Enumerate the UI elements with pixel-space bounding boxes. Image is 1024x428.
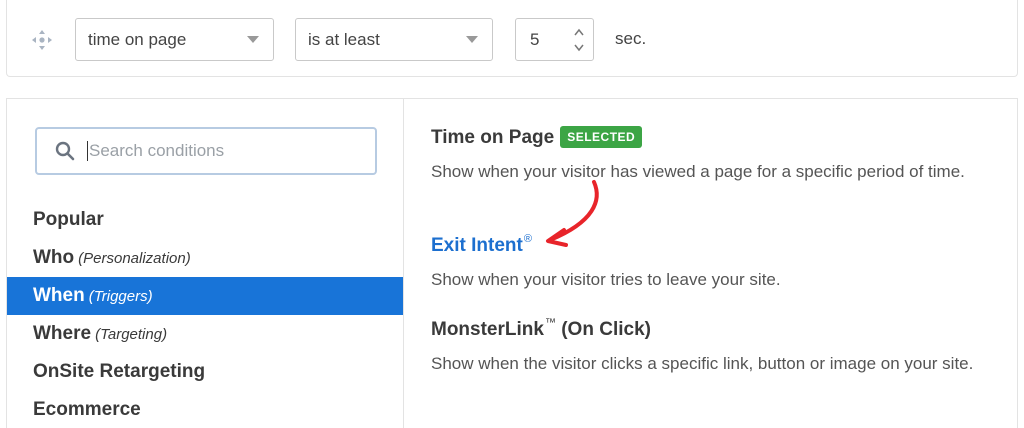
search-icon xyxy=(55,141,75,161)
search-input[interactable] xyxy=(89,129,369,173)
sidebar-item-label: OnSite Retargeting xyxy=(33,361,206,382)
condition-exit-intent[interactable]: Exit Intent® xyxy=(431,233,532,257)
sidebar-item-ecommerce[interactable]: Ecommerce xyxy=(7,391,403,428)
operator-select[interactable]: is at least xyxy=(295,18,493,61)
unit-label: sec. xyxy=(615,29,647,48)
sidebar-item-label: Where xyxy=(33,323,92,344)
drag-handle-icon[interactable] xyxy=(31,29,53,51)
condition-title: Exit Intent xyxy=(431,235,523,256)
sidebar-item-label: Who xyxy=(33,247,75,268)
chevron-down-icon xyxy=(466,36,478,43)
search-box[interactable] xyxy=(35,127,377,175)
condition-description: Show when the visitor clicks a specific … xyxy=(431,354,974,373)
condition-title: Time on Page xyxy=(431,127,555,148)
condition-description: Show when your visitor has viewed a page… xyxy=(431,162,965,181)
operator-select-value: is at least xyxy=(308,30,380,49)
seconds-input[interactable]: 5 xyxy=(515,18,594,61)
sidebar-item-label: When xyxy=(33,285,85,306)
condition-title: MonsterLink xyxy=(431,319,544,340)
sidebar-item-popular[interactable]: Popular xyxy=(7,201,403,239)
sidebar-item-sublabel: (Personalization) xyxy=(78,250,191,267)
condition-title-suffix: (On Click) xyxy=(555,319,651,340)
sidebar-item-label: Ecommerce xyxy=(33,399,141,420)
sidebar-item-label: Popular xyxy=(33,209,104,230)
condition-time-on-page[interactable]: Time on Page SELECTED xyxy=(431,126,643,149)
sidebar-item-sublabel: (Targeting) xyxy=(95,326,168,343)
condition-categories: Popular Who(Personalization) When(Trigge… xyxy=(7,99,404,428)
spinner-icon[interactable] xyxy=(573,25,585,55)
sidebar-item-sublabel: (Triggers) xyxy=(88,288,153,305)
annotation-arrow xyxy=(546,180,599,247)
trademark-mark: ™ xyxy=(544,317,556,329)
metric-select[interactable]: time on page xyxy=(75,18,274,61)
sidebar-item-onsite-retargeting[interactable]: OnSite Retargeting xyxy=(7,353,403,391)
condition-description: Show when your visitor tries to leave yo… xyxy=(431,270,781,289)
selected-badge: SELECTED xyxy=(560,126,643,148)
metric-select-value: time on page xyxy=(88,30,187,49)
condition-monsterlink[interactable]: MonsterLink™ (On Click) xyxy=(431,317,651,341)
text-cursor xyxy=(87,141,88,161)
conditions-panel: Popular Who(Personalization) When(Trigge… xyxy=(6,98,1018,428)
seconds-value: 5 xyxy=(530,30,540,49)
sidebar-item-when[interactable]: When (Triggers) xyxy=(7,277,403,315)
chevron-down-icon xyxy=(247,36,259,43)
rule-row: time on page is at least 5 sec. xyxy=(6,0,1018,77)
registered-mark: ® xyxy=(523,233,532,245)
sidebar-item-where[interactable]: Where (Targeting) xyxy=(7,315,403,353)
sidebar-item-who[interactable]: Who (Personalization) xyxy=(7,239,403,277)
